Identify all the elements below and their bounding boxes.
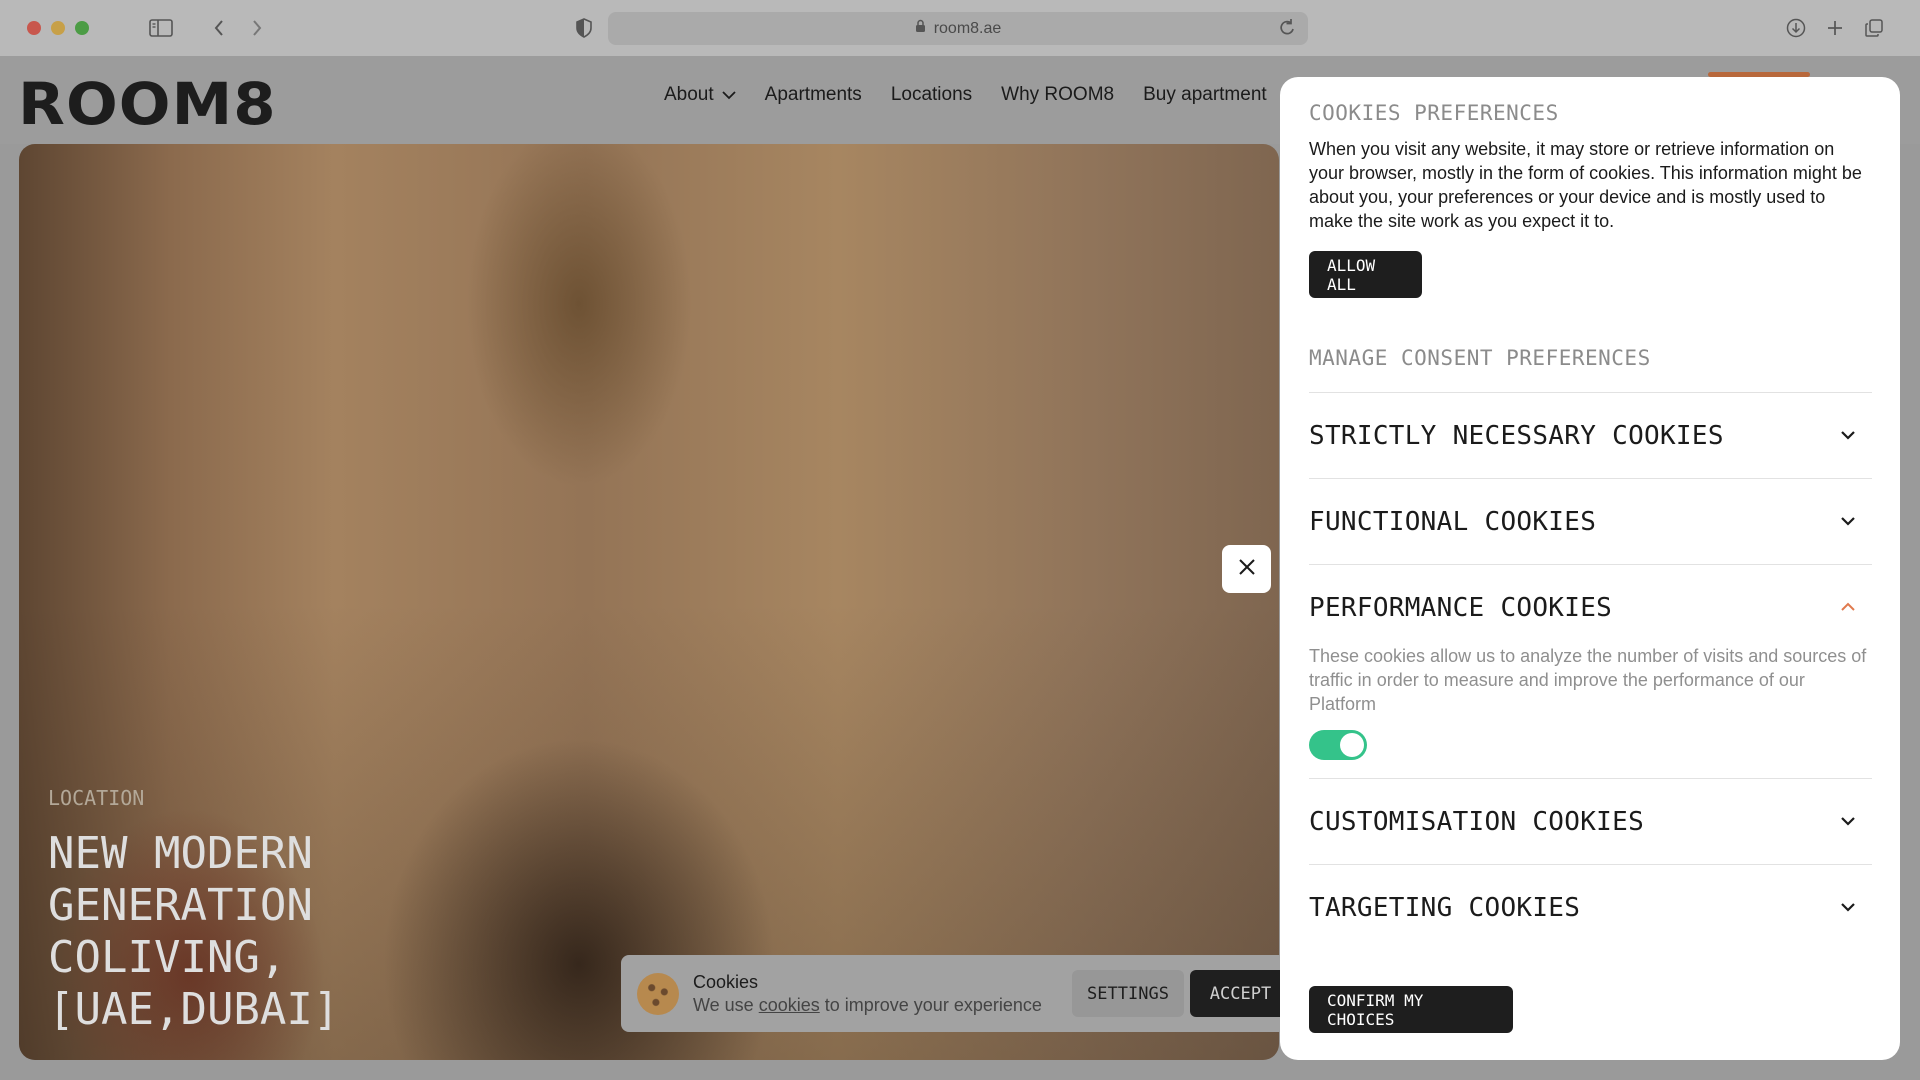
hero-eyebrow: LOCATION [48,786,145,810]
main-nav: About Apartments Locations Why ROOM8 Buy… [664,84,1267,106]
accordion-header[interactable]: CUSTOMISATION COOKIES [1309,779,1872,864]
toggle-knob [1340,733,1364,757]
chevron-down-icon [1840,899,1856,917]
lock-icon [915,19,926,38]
chevron-down-icon [1840,513,1856,531]
accordion-item-customisation: CUSTOMISATION COOKIES [1309,779,1872,865]
tabs-overview-icon[interactable] [1860,14,1888,42]
cookie-bar-text-suffix: to improve your experience [824,994,1042,1015]
accordion-item-strictly-necessary: STRICTLY NECESSARY COOKIES [1309,393,1872,479]
chevron-up-icon [1840,599,1856,617]
manage-consent-title: MANAGE CONSENT PREFERENCES [1309,346,1651,370]
nav-item-apartments[interactable]: Apartments [765,84,862,106]
shield-icon[interactable] [570,14,598,42]
hero-image: LOCATION NEW MODERN GENERATION COLIVING,… [19,144,1279,1060]
accordion-label: CUSTOMISATION COOKIES [1309,806,1645,837]
reload-icon[interactable] [1278,18,1296,43]
accordion-label: PERFORMANCE COOKIES [1309,592,1613,623]
browser-toolbar: room8.ae [0,0,1920,56]
close-window-icon[interactable] [27,21,41,35]
minimize-window-icon[interactable] [51,21,65,35]
nav-item-about[interactable]: About [664,84,736,106]
consent-accordion: STRICTLY NECESSARY COOKIES FUNCTIONAL CO… [1309,392,1872,950]
back-icon[interactable] [205,14,233,42]
cookie-bar: Cookies We use cookies to improve your e… [621,955,1291,1032]
nav-item-locations[interactable]: Locations [891,84,972,106]
performance-cookies-description: These cookies allow us to analyze the nu… [1309,646,1867,714]
cookie-preferences-modal: COOKIES PREFERENCES When you visit any w… [1280,77,1900,1060]
settings-button[interactable]: SETTINGS [1072,970,1184,1017]
accordion-header[interactable]: PERFORMANCE COOKIES [1309,565,1872,650]
sidebar-icon[interactable] [147,14,175,42]
accordion-label: STRICTLY NECESSARY COOKIES [1309,420,1724,451]
modal-title: COOKIES PREFERENCES [1309,101,1559,125]
address-bar[interactable]: room8.ae [608,12,1308,45]
maximize-window-icon[interactable] [75,21,89,35]
hero-text: LOCATION NEW MODERN GENERATION COLIVING,… [48,786,568,1036]
accordion-item-performance: PERFORMANCE COOKIES These cookies allow … [1309,565,1872,779]
forward-icon[interactable] [243,14,271,42]
cookie-icon [637,972,679,1015]
accept-button[interactable]: ACCEPT [1190,970,1291,1017]
chevron-down-icon [1840,813,1856,831]
accordion-label: TARGETING COOKIES [1309,892,1581,923]
performance-cookies-toggle[interactable] [1309,730,1367,760]
nav-item-why-room8[interactable]: Why ROOM8 [1001,84,1114,106]
accordion-item-targeting: TARGETING COOKIES [1309,865,1872,950]
close-icon [1238,558,1256,581]
url-text: room8.ae [933,19,1002,37]
allow-all-button[interactable]: ALLOW ALL [1309,251,1422,298]
nav-item-label: About [664,84,714,105]
chevron-down-icon [1840,427,1856,445]
close-modal-button[interactable] [1222,545,1271,593]
room8-logo[interactable]: ROOM8 [18,70,277,138]
accordion-header[interactable]: STRICTLY NECESSARY COOKIES [1309,393,1872,478]
new-tab-icon[interactable] [1821,14,1849,42]
confirm-choices-button[interactable]: CONFIRM MY CHOICES [1309,986,1513,1033]
download-icon[interactable] [1782,14,1810,42]
accordion-header[interactable]: TARGETING COOKIES [1309,865,1872,950]
nav-item-buy-apartment[interactable]: Buy apartment [1143,84,1267,106]
chevron-down-icon [722,84,736,106]
hero-title: NEW MODERN GENERATION COLIVING, [UAE,DUB… [48,828,340,1035]
cookie-bar-message: We use cookies to improve your experienc… [693,995,1042,1016]
cookie-bar-title: Cookies [693,971,759,992]
accordion-header[interactable]: FUNCTIONAL COOKIES [1309,479,1872,564]
cookie-bar-text-prefix: We use [693,994,754,1015]
accordion-item-functional: FUNCTIONAL COOKIES [1309,479,1872,565]
cookie-bar-text: Cookies We use cookies to improve your e… [693,972,1042,1016]
cookies-link[interactable]: cookies [759,995,820,1015]
accordion-label: FUNCTIONAL COOKIES [1309,506,1597,537]
modal-description: When you visit any website, it may store… [1309,139,1862,231]
accordion-body: These cookies allow us to analyze the nu… [1309,644,1872,778]
